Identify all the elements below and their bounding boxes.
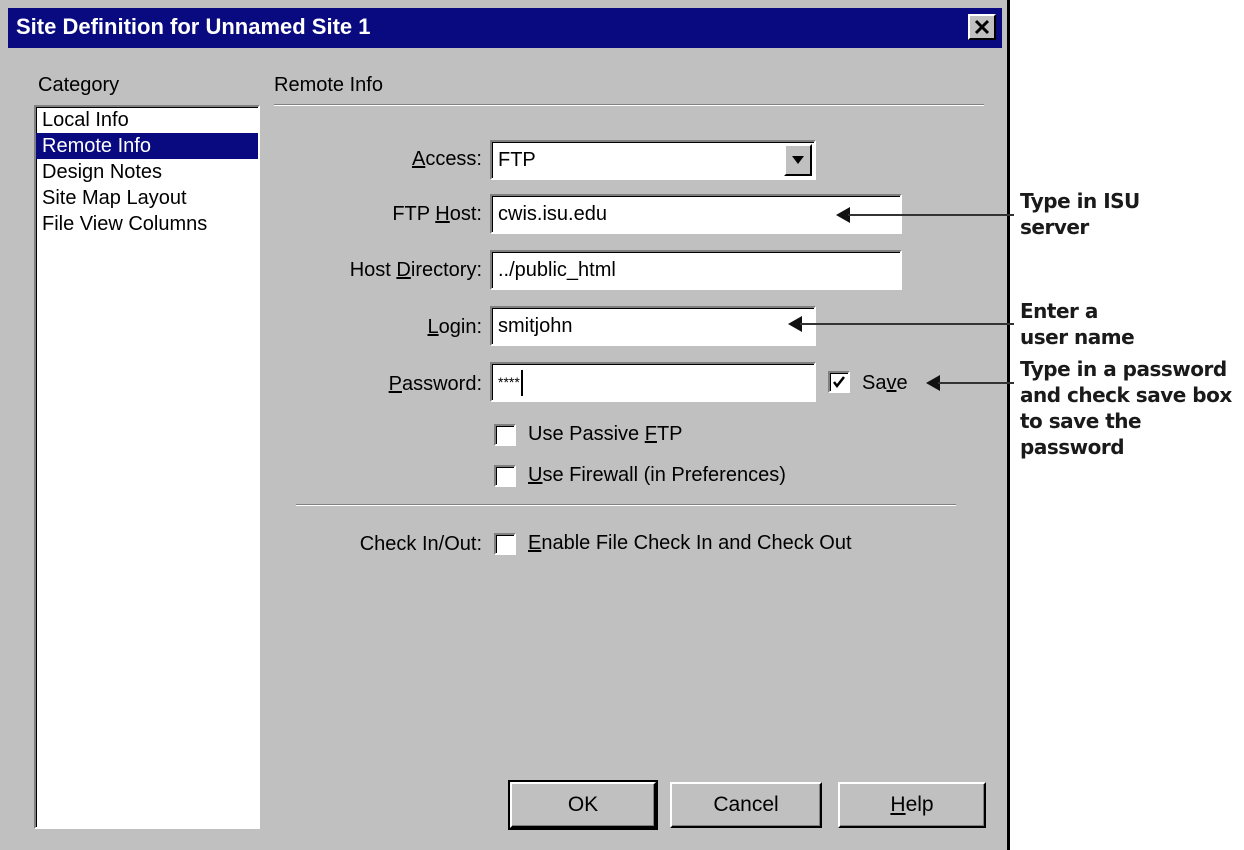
login-annotation: Enter a user name [1020,298,1135,350]
checkmark-icon [833,376,845,389]
use-firewall-checkbox[interactable] [494,465,516,487]
section-divider [296,504,956,506]
annotation-line: server [1020,215,1089,239]
ftp-host-annotation: Type in ISU server [1020,188,1140,240]
password-arrow-line [938,382,1014,384]
annotation-line: user name [1020,325,1135,349]
title-bar[interactable]: Site Definition for Unnamed Site 1 [8,8,1002,48]
host-directory-input[interactable]: ../public_html [490,250,902,290]
passive-ftp-checkbox[interactable] [494,424,516,446]
login-arrow-line [800,323,1014,325]
category-item-design-notes[interactable]: Design Notes [36,159,258,185]
save-password-checkbox[interactable] [828,371,850,393]
enable-check-in-out-label[interactable]: Enable File Check In and Check Out [528,532,852,555]
annotation-line: to save the password [1020,409,1142,459]
close-icon [974,19,990,35]
window-title: Site Definition for Unnamed Site 1 [16,14,371,39]
login-input[interactable]: smitjohn [490,306,816,346]
access-label: Access: [411,148,482,170]
panel-title-divider [274,104,984,106]
panel-title: Remote Info [274,74,383,96]
passive-ftp-label[interactable]: Use Passive FTP [528,423,683,446]
password-value: **** [498,374,520,390]
ftp-host-arrow-line-inner [848,214,902,216]
ftp-host-label: FTP Host: [392,203,482,225]
category-item-site-map-layout[interactable]: Site Map Layout [36,185,258,211]
category-item-local-info[interactable]: Local Info [36,107,258,133]
annotation-line: Type in ISU [1020,189,1140,213]
login-value: smitjohn [498,315,573,337]
close-button[interactable] [968,14,996,40]
host-directory-label: Host Directory: [349,259,482,281]
enable-check-in-out-checkbox[interactable] [494,533,516,555]
password-input[interactable]: **** [490,362,816,402]
chevron-down-icon [792,156,804,164]
site-definition-dialog: Site Definition for Unnamed Site 1 Categ… [0,0,1010,850]
password-annotation: Type in a password and check save box to… [1020,356,1244,460]
category-label: Category [38,74,120,96]
password-label: Password: [388,373,482,395]
category-item-file-view-columns[interactable]: File View Columns [36,211,258,237]
annotation-line: and check save box [1020,383,1232,407]
host-directory-value: ../public_html [498,259,616,281]
category-item-remote-info[interactable]: Remote Info [36,133,258,159]
access-select-value: FTP [498,149,536,171]
access-dropdown-button[interactable] [784,144,812,176]
help-button[interactable]: Help [838,782,986,828]
category-list[interactable]: Local Info Remote Info Design Notes Site Ma… [34,105,260,829]
ok-button[interactable]: OK [508,780,658,830]
use-firewall-label[interactable]: Use Firewall (in Preferences) [528,464,786,487]
text-cursor [520,369,523,396]
annotation-line: Enter a [1020,299,1098,323]
ftp-host-arrow-line [902,214,1014,216]
save-password-label[interactable]: Save [862,372,908,395]
ftp-host-value: cwis.isu.edu [498,203,607,225]
annotation-line: Type in a password [1020,357,1227,381]
access-select[interactable]: FTP [490,140,816,180]
login-label: Login: [427,316,483,338]
check-in-out-label: Check In/Out: [359,533,482,555]
cancel-button[interactable]: Cancel [670,782,822,828]
